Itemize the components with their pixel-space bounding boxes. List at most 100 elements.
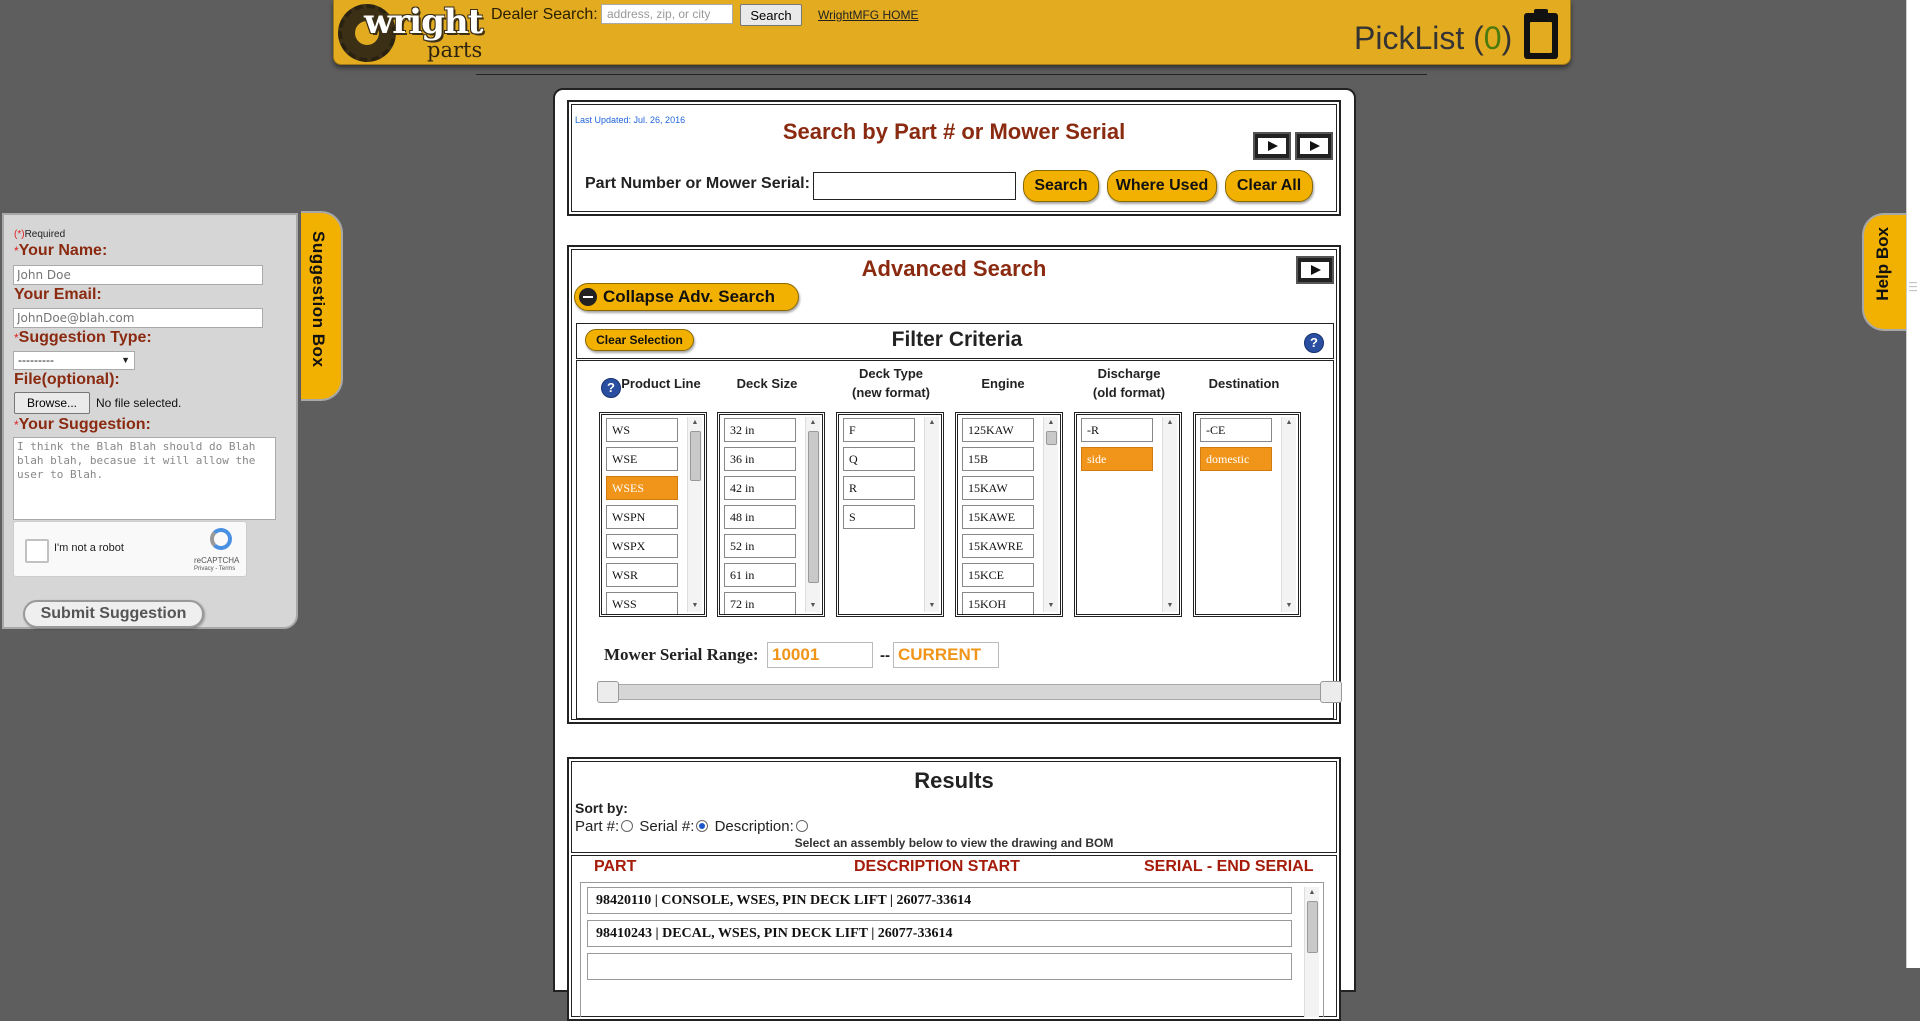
list-item[interactable]: 15KAWRE <box>962 534 1034 558</box>
list-item[interactable]: S <box>843 505 915 529</box>
list-item[interactable]: 15B <box>962 447 1034 471</box>
list-scrollbar[interactable]: ▲ ▼ <box>1281 417 1296 612</box>
required-note-text: Required <box>24 229 66 240</box>
wright-parts-logo[interactable]: wright parts <box>338 2 488 62</box>
deck-type-header-line2: (new format) <box>852 385 930 400</box>
deck-type-list[interactable]: F Q R S ▲ ▼ <box>836 412 944 617</box>
dealer-search-input[interactable] <box>601 4 733 24</box>
serial-range-slider[interactable] <box>597 681 1342 703</box>
sort-part-radio[interactable] <box>621 820 634 832</box>
list-item-selected[interactable]: WSES <box>606 476 678 500</box>
list-item[interactable]: 72 in <box>724 592 796 614</box>
deck-type-header: Deck Type (new format) <box>831 364 951 402</box>
recaptcha-icon <box>210 528 232 550</box>
list-item[interactable]: 42 in <box>724 476 796 500</box>
email-field[interactable] <box>13 308 263 328</box>
picklist[interactable]: PickList (0) <box>1354 20 1512 57</box>
engine-list[interactable]: 125KAW 15B 15KAW 15KAWE 15KAWRE 15KCE 15… <box>955 412 1063 617</box>
help-question-icon[interactable]: ? <box>601 378 621 398</box>
discharge-list[interactable]: -R side ▲ ▼ <box>1074 412 1182 617</box>
list-item[interactable]: WSPX <box>606 534 678 558</box>
list-scrollbar[interactable]: ▲ ▼ <box>924 417 939 612</box>
list-item[interactable]: 36 in <box>724 447 796 471</box>
results-list: 98420110 | CONSOLE, WSES, PIN DECK LIFT … <box>580 882 1324 1017</box>
help-question-icon[interactable]: ? <box>1304 333 1324 353</box>
captcha-links[interactable]: Privacy - Terms <box>194 566 235 572</box>
logo-sub: parts <box>427 38 483 62</box>
list-item[interactable]: F <box>843 418 915 442</box>
help-box-tab-label: Help Box <box>1873 227 1892 301</box>
suggestion-type-select[interactable]: --------- ▼ <box>13 351 135 370</box>
list-item[interactable]: 48 in <box>724 505 796 529</box>
list-item-selected[interactable]: side <box>1081 447 1153 471</box>
dealer-search-label: Dealer Search: <box>491 6 598 23</box>
picklist-count: 0 <box>1483 20 1502 56</box>
list-item[interactable]: WS <box>606 418 678 442</box>
browse-button[interactable]: Browse... <box>14 392 90 414</box>
list-item[interactable]: WSPN <box>606 505 678 529</box>
video-play-icon[interactable] <box>1253 132 1291 160</box>
list-item[interactable]: -R <box>1081 418 1153 442</box>
list-item[interactable]: 15KAWE <box>962 505 1034 529</box>
results-scrollbar[interactable]: ▲ <box>1304 887 1319 1017</box>
deck-size-list[interactable]: 32 in 36 in 42 in 48 in 52 in 61 in 72 i… <box>717 412 825 617</box>
list-scrollbar[interactable]: ▲ ▼ <box>805 417 820 612</box>
results-list-panel: PART DESCRIPTION START SERIAL - END SERI… <box>571 855 1337 1017</box>
captcha-checkbox[interactable] <box>25 539 49 563</box>
help-box-tab[interactable]: Help Box <box>1862 213 1906 331</box>
list-item[interactable]: 32 in <box>724 418 796 442</box>
list-scrollbar[interactable]: ▲ ▼ <box>1162 417 1177 612</box>
name-field[interactable] <box>13 265 263 285</box>
site-header: wright parts Dealer Search: Search Wrigh… <box>333 0 1571 65</box>
destination-list[interactable]: -CE domestic ▲ ▼ <box>1193 412 1301 617</box>
clear-selection-button[interactable]: Clear Selection <box>585 329 694 351</box>
serial-end-field[interactable]: CURRENT <box>893 642 999 668</box>
list-item[interactable]: -CE <box>1200 418 1272 442</box>
slider-handle-end[interactable] <box>1320 681 1342 703</box>
list-scrollbar[interactable]: ▲ ▼ <box>687 417 702 612</box>
list-item[interactable]: 15KAW <box>962 476 1034 500</box>
results-panel: Results Sort by: Part #: Serial #: Descr… <box>567 757 1341 1021</box>
list-item[interactable]: R <box>843 476 915 500</box>
wrightmfg-home-link[interactable]: WrightMFG HOME <box>818 8 918 22</box>
list-item[interactable]: WSR <box>606 563 678 587</box>
list-scrollbar[interactable]: ▲ ▼ <box>1043 417 1058 612</box>
suggestion-box-tab[interactable]: Suggestion Box <box>301 211 343 401</box>
sort-by-label: Sort by: <box>575 800 628 816</box>
list-item[interactable]: 15KCE <box>962 563 1034 587</box>
clipboard-icon[interactable] <box>1524 9 1558 59</box>
filter-criteria-title: Filter Criteria <box>891 328 1023 351</box>
slider-handle-start[interactable] <box>597 681 619 703</box>
result-row[interactable]: 98410243 | DECAL, WSES, PIN DECK LIFT | … <box>587 920 1292 947</box>
product-line-list[interactable]: WS WSE WSES WSPN WSPX WSR WSS ▲ ▼ <box>599 412 707 617</box>
list-item[interactable]: 15KOH <box>962 592 1034 614</box>
list-item[interactable]: Q <box>843 447 915 471</box>
list-item[interactable]: 125KAW <box>962 418 1034 442</box>
col-description-header: DESCRIPTION START <box>854 858 1020 875</box>
suggestion-box-tab-label: Suggestion Box <box>309 231 328 368</box>
sort-description-radio[interactable] <box>795 820 808 832</box>
video-play-icon[interactable] <box>1295 132 1333 160</box>
where-used-button[interactable]: Where Used <box>1107 170 1217 202</box>
collapse-adv-search-button[interactable]: Collapse Adv. Search <box>574 283 799 311</box>
part-search-button[interactable]: Search <box>1023 170 1099 202</box>
submit-suggestion-button[interactable]: Submit Suggestion <box>23 600 204 628</box>
dealer-search-button[interactable]: Search <box>740 4 802 26</box>
list-item[interactable]: 52 in <box>724 534 796 558</box>
suggestion-textarea[interactable]: I think the Blah Blah should do Blah bla… <box>13 437 276 520</box>
serial-start-field[interactable]: 10001 <box>767 642 873 668</box>
clear-all-button[interactable]: Clear All <box>1225 170 1313 202</box>
sort-serial-radio[interactable] <box>696 820 709 832</box>
sort-part-label: Part #: <box>575 818 620 835</box>
part-number-input[interactable] <box>813 172 1016 200</box>
list-item-selected[interactable]: domestic <box>1200 447 1272 471</box>
video-play-icon[interactable] <box>1296 256 1334 284</box>
list-item[interactable]: WSE <box>606 447 678 471</box>
list-item[interactable]: WSS <box>606 592 678 614</box>
result-row[interactable] <box>587 953 1292 980</box>
results-instruction: Select an assembly below to view the dra… <box>794 836 1114 850</box>
filter-criteria-body: ? Product Line WS WSE WSES WSPN WSPX WSR… <box>576 360 1342 719</box>
list-item[interactable]: 61 in <box>724 563 796 587</box>
page-scrollbar[interactable] <box>1906 0 1920 968</box>
result-row[interactable]: 98420110 | CONSOLE, WSES, PIN DECK LIFT … <box>587 887 1292 914</box>
